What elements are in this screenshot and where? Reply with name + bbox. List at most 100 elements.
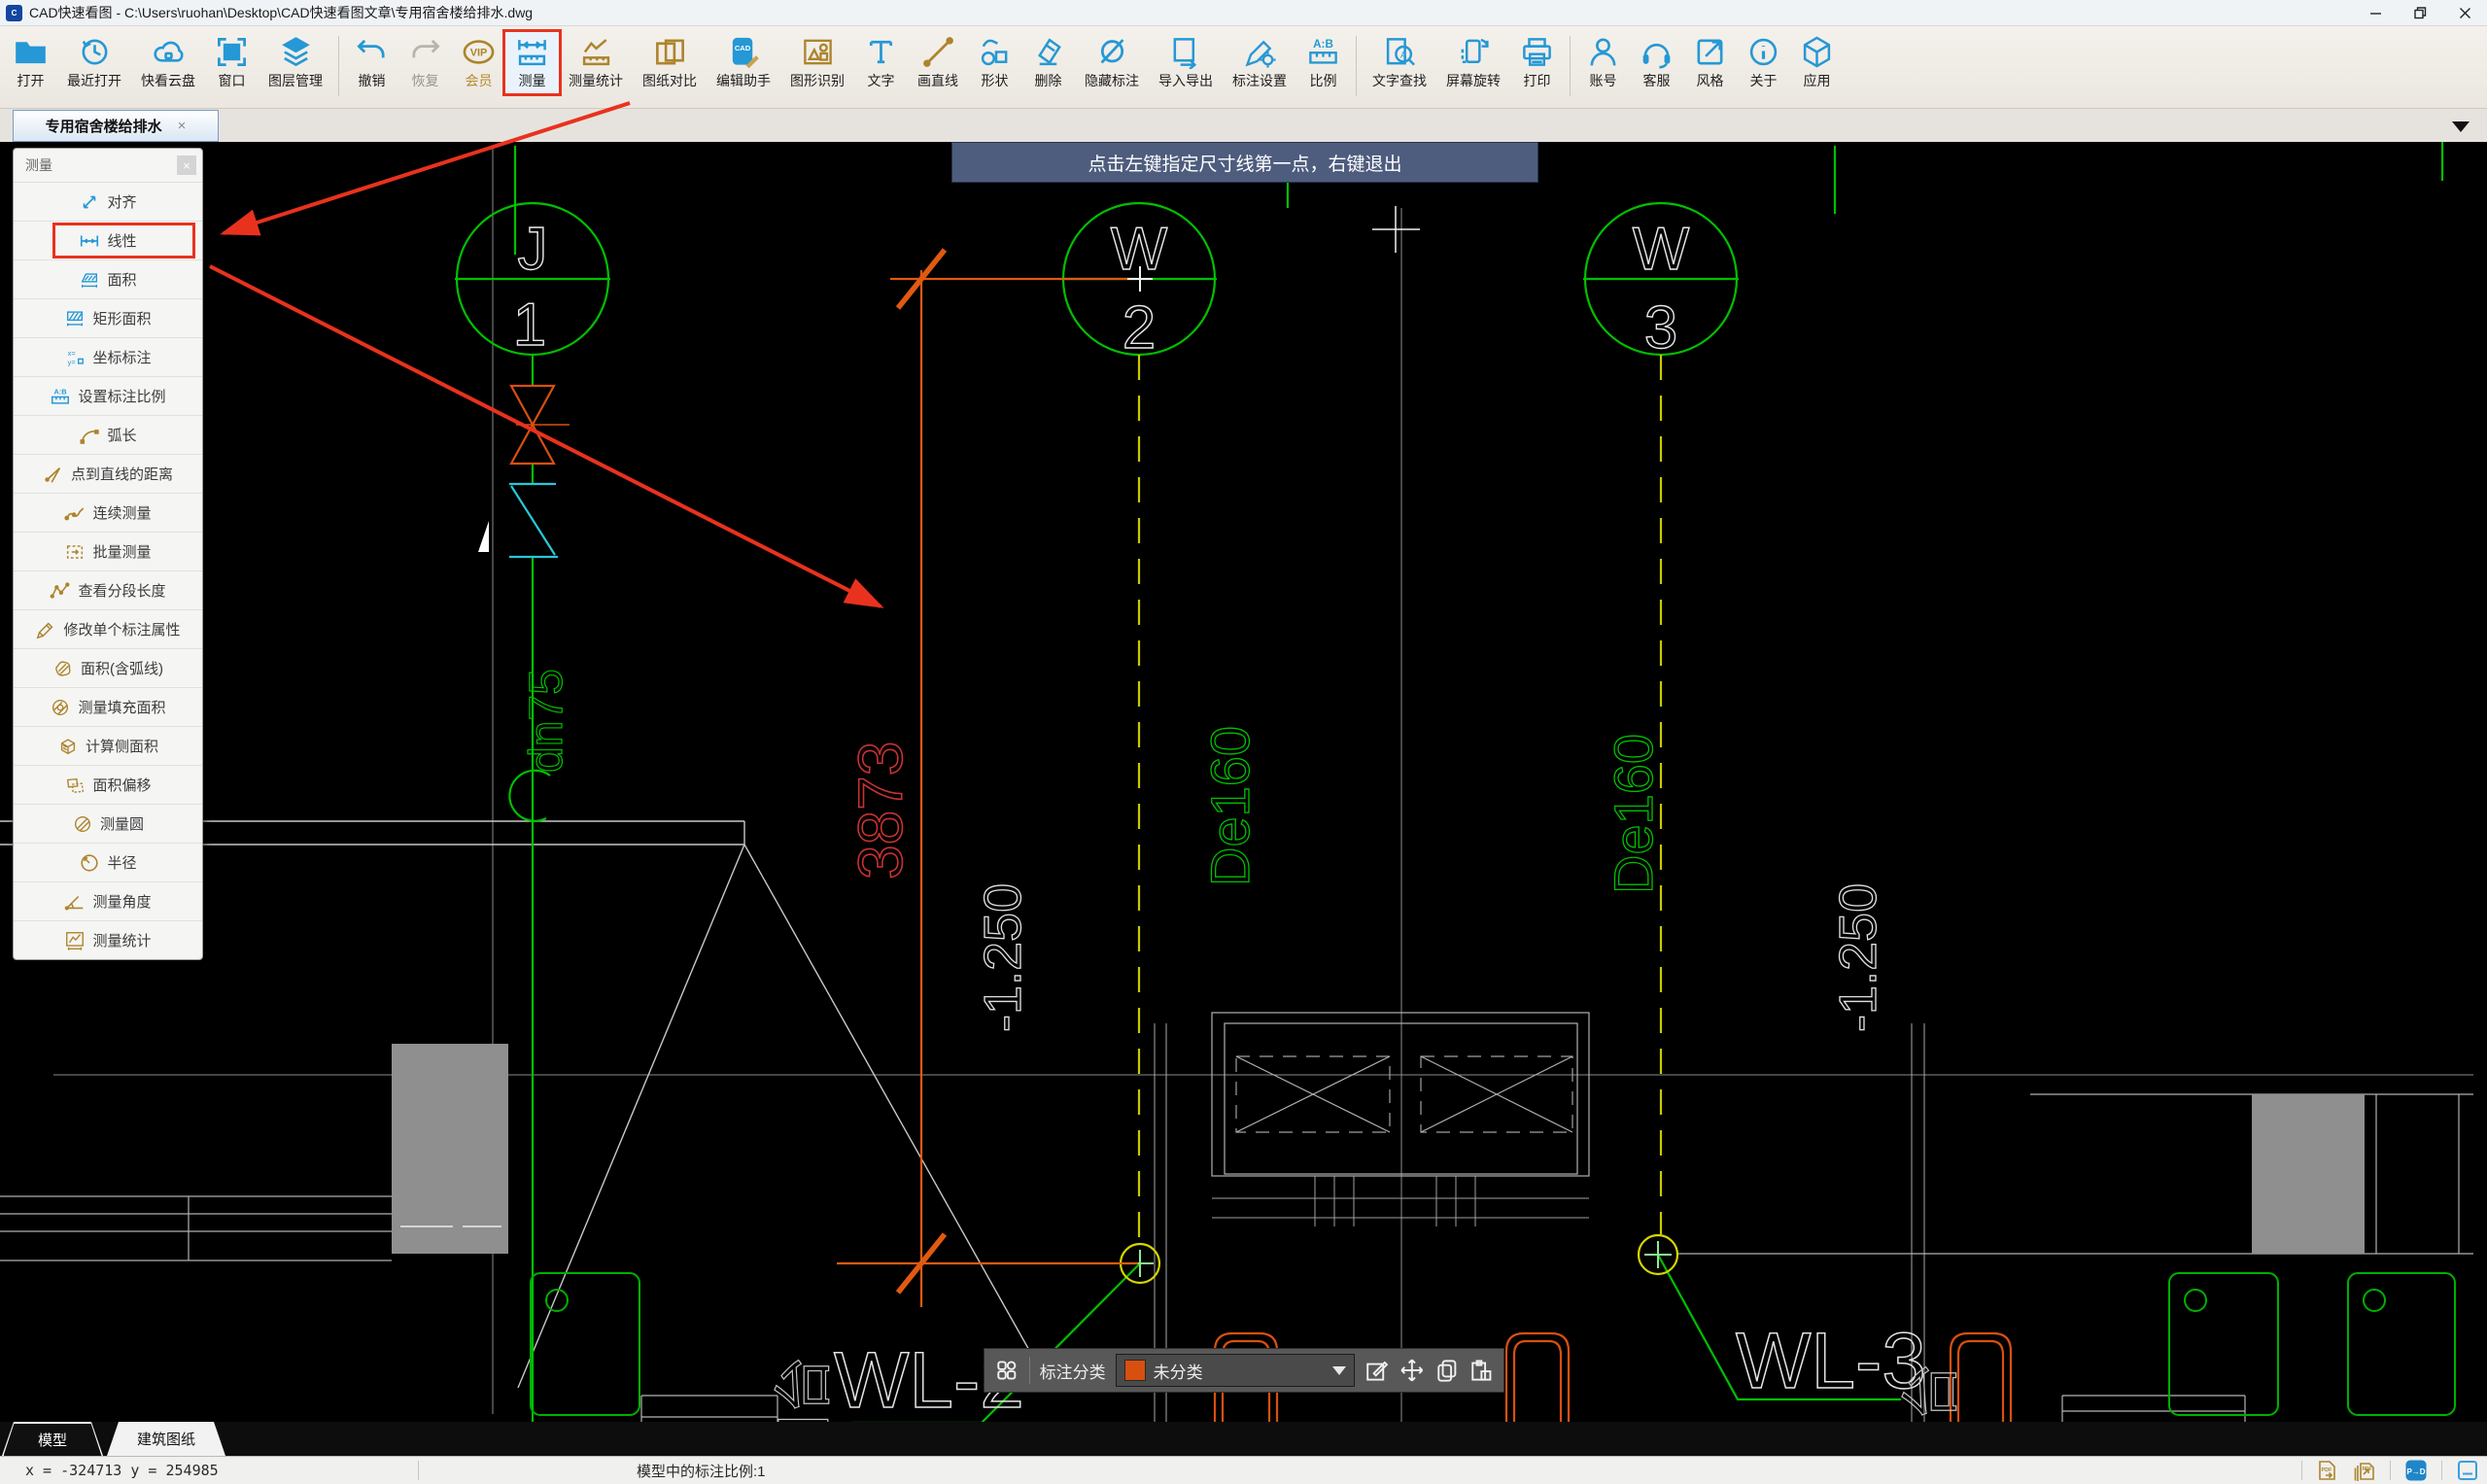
scale-ratio-icon bbox=[1306, 35, 1340, 69]
level-label: -1.250 bbox=[974, 883, 1032, 1032]
copy-icon[interactable] bbox=[1434, 1358, 1460, 1383]
shape-recognition-icon bbox=[801, 35, 835, 69]
measure-item-arc-length[interactable]: 弧长 bbox=[14, 415, 202, 454]
measure-ruler-icon bbox=[515, 35, 549, 69]
measure-item-stats[interactable]: 测量统计 bbox=[14, 920, 202, 959]
measure-item-rect-area[interactable]: 矩形面积 bbox=[14, 298, 202, 337]
rect-area-icon bbox=[64, 308, 86, 329]
toolbar-button-window[interactable]: 窗口 bbox=[205, 32, 259, 93]
edit-icon[interactable] bbox=[1364, 1358, 1390, 1383]
grid-icon[interactable] bbox=[994, 1358, 1019, 1383]
annotation-settings-icon bbox=[1243, 35, 1277, 69]
panel-close-icon[interactable]: × bbox=[177, 155, 196, 175]
measure-item-align[interactable]: 对齐 bbox=[14, 182, 202, 221]
measure-stats-icon bbox=[579, 35, 613, 69]
toolbar-button-undo[interactable]: 撤销 bbox=[345, 32, 398, 93]
measure-item-angle[interactable]: 测量角度 bbox=[14, 881, 202, 920]
measure-item-fill-area[interactable]: 测量填充面积 bbox=[14, 687, 202, 726]
measure-item-coordinate[interactable]: 坐标标注 bbox=[14, 337, 202, 376]
toolbar-button-redo[interactable]: 恢复 bbox=[398, 32, 452, 93]
close-button[interactable] bbox=[2442, 0, 2487, 26]
measure-item-label: 批量测量 bbox=[92, 544, 152, 561]
toolbar-button-screen-rotate[interactable]: 屏幕旋转 bbox=[1436, 32, 1510, 93]
move-icon[interactable] bbox=[1399, 1358, 1425, 1383]
pd-convert-icon[interactable] bbox=[2404, 1459, 2428, 1482]
toolbar-button-shape-recognition[interactable]: 图形识别 bbox=[780, 32, 854, 93]
measure-item-label: 半径 bbox=[107, 855, 137, 872]
app-logo-icon: C bbox=[6, 4, 22, 21]
selected-category: 未分类 bbox=[1153, 1363, 1203, 1382]
measure-item-modify-annotation[interactable]: 修改单个标注属性 bbox=[14, 609, 202, 648]
measure-item-continuous[interactable]: 连续测量 bbox=[14, 493, 202, 532]
measure-item-label: 设置标注比例 bbox=[78, 389, 166, 405]
divider bbox=[1028, 1357, 1030, 1384]
measure-item-linear[interactable]: 线性 bbox=[14, 221, 202, 259]
window-bottom-icon[interactable] bbox=[2456, 1459, 2479, 1482]
riser-tag-wl3: WL-3 bbox=[1736, 1317, 1926, 1405]
toolbar-button-layers[interactable]: 图层管理 bbox=[259, 32, 332, 93]
measure-item-point-to-line[interactable]: 点到直线的距离 bbox=[14, 454, 202, 493]
minimize-button[interactable] bbox=[2353, 0, 2398, 26]
layout-tab-drawing[interactable]: 建筑图纸 bbox=[107, 1422, 225, 1456]
measure-item-area[interactable]: 面积 bbox=[14, 259, 202, 298]
measure-item-batch[interactable]: 批量测量 bbox=[14, 532, 202, 570]
toolbar-label: 隐藏标注 bbox=[1085, 73, 1139, 88]
toolbar-divider bbox=[338, 36, 339, 96]
measure-item-measure-circle[interactable]: 测量圆 bbox=[14, 804, 202, 843]
document-tab-bar: 专用宿舍楼给排水 × bbox=[0, 109, 2487, 142]
toolbar-button-shapes[interactable]: 形状 bbox=[968, 32, 1021, 93]
classify-dropdown[interactable]: 未分类 bbox=[1115, 1354, 1356, 1387]
tab-close-icon[interactable]: × bbox=[178, 118, 187, 134]
arc-length-icon bbox=[79, 425, 100, 446]
measure-item-segment-length[interactable]: 查看分段长度 bbox=[14, 570, 202, 609]
cad-viewport[interactable]: J 1 W 2 W 3 dn75 De160 De160 -1.250 -1.2… bbox=[0, 142, 2487, 1422]
measure-item-annotation-scale[interactable]: 设置标注比例 bbox=[14, 376, 202, 415]
measure-item-area-with-arc[interactable]: 面积(含弧线) bbox=[14, 648, 202, 687]
toolbar-button-annotation-settings[interactable]: 标注设置 bbox=[1223, 32, 1296, 93]
toolbar-button-open[interactable]: 打开 bbox=[4, 32, 57, 93]
pdf-export-icon[interactable] bbox=[2316, 1459, 2339, 1482]
toolbar-button-cloud[interactable]: 快看云盘 bbox=[131, 32, 205, 93]
toolbar-button-compare[interactable]: 图纸对比 bbox=[633, 32, 707, 93]
cursor-coordinates: x = -324713 y = 254985 bbox=[25, 1462, 219, 1479]
toolbar-button-print[interactable]: 打印 bbox=[1510, 32, 1564, 93]
toolbar-button-import-export[interactable]: 导入导出 bbox=[1149, 32, 1223, 93]
toolbar-button-erase[interactable]: 删除 bbox=[1021, 32, 1075, 93]
layout-tab-bar: 模型 建筑图纸 bbox=[0, 1422, 2487, 1456]
toolbar-button-text-search[interactable]: 文字查找 bbox=[1363, 32, 1436, 93]
toolbar-button-scale[interactable]: 比例 bbox=[1296, 32, 1350, 93]
paste-icon[interactable] bbox=[1468, 1358, 1494, 1383]
toolbar-button-edit-assistant[interactable]: 编辑助手 bbox=[707, 32, 780, 93]
about-icon bbox=[1746, 35, 1780, 69]
toolbar-button-text[interactable]: 文字 bbox=[854, 32, 908, 93]
toolbar-button-support[interactable]: 客服 bbox=[1630, 32, 1683, 93]
support-icon bbox=[1640, 35, 1674, 69]
dimension-value-label: 3873 bbox=[846, 742, 915, 880]
layers-icon bbox=[279, 35, 313, 69]
toolbar-button-style[interactable]: 风格 bbox=[1683, 32, 1737, 93]
balcony-label: 阳台 bbox=[772, 1356, 837, 1422]
document-tab[interactable]: 专用宿舍楼给排水 × bbox=[13, 110, 219, 142]
toolbar-button-about[interactable]: 关于 bbox=[1737, 32, 1790, 93]
tab-list-chevron-icon[interactable] bbox=[2452, 121, 2470, 132]
toolbar-label: 删除 bbox=[1034, 73, 1062, 88]
layout-tab-model[interactable]: 模型 bbox=[2, 1422, 103, 1456]
toolbar-button-apps[interactable]: 应用 bbox=[1790, 32, 1844, 93]
toolbar-button-vip[interactable]: 会员 bbox=[452, 32, 505, 93]
measure-item-radius[interactable]: 半径 bbox=[14, 843, 202, 881]
measure-item-area-offset[interactable]: 面积偏移 bbox=[14, 765, 202, 804]
toolbar-button-measure[interactable]: 测量 bbox=[502, 29, 562, 96]
coordinate-annotation-icon bbox=[64, 347, 86, 368]
toolbar-button-measure-stats[interactable]: 测量统计 bbox=[559, 32, 633, 93]
window-title: CAD快速看图 - C:\Users\ruohan\Desktop\CAD快速看… bbox=[29, 5, 534, 20]
toolbar-button-account[interactable]: 账号 bbox=[1576, 32, 1630, 93]
measure-item-side-area[interactable]: 计算侧面积 bbox=[14, 726, 202, 765]
toolbar-button-hide-annotation[interactable]: 隐藏标注 bbox=[1075, 32, 1149, 93]
toolbar-button-recent[interactable]: 最近打开 bbox=[57, 32, 131, 93]
toolbar-button-draw-line[interactable]: 画直线 bbox=[908, 32, 968, 93]
style-icon bbox=[1693, 35, 1727, 69]
restore-button[interactable] bbox=[2398, 0, 2442, 26]
area-with-arc-icon bbox=[52, 658, 74, 679]
continuous-measure-icon bbox=[64, 502, 86, 524]
pdf-batch-icon[interactable] bbox=[2353, 1459, 2376, 1482]
